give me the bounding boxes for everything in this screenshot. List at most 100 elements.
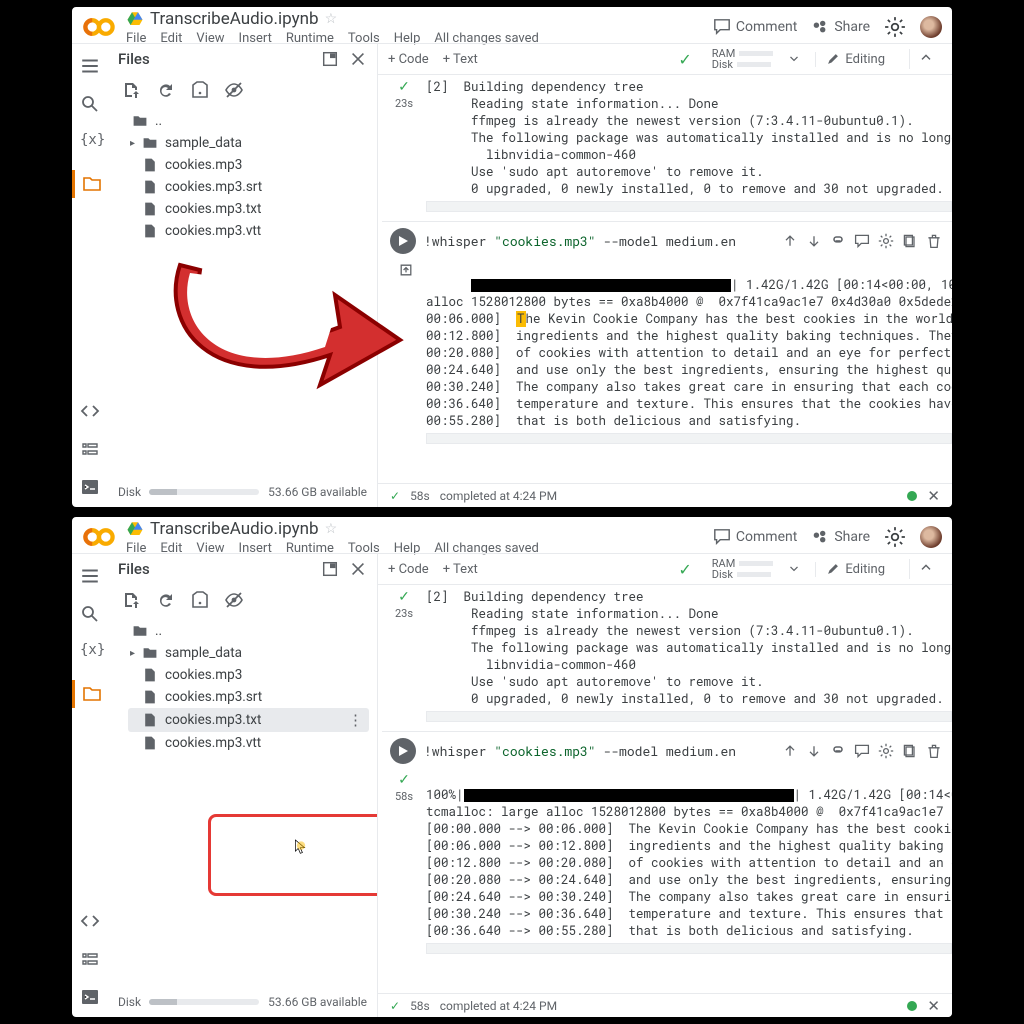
file-tree-item[interactable]: ▸ sample_data xyxy=(128,642,369,664)
find-icon[interactable] xyxy=(80,94,100,114)
refresh-files-icon[interactable] xyxy=(156,80,176,100)
run-cell-button[interactable] xyxy=(390,738,416,764)
file-tree-item[interactable]: cookies.mp3 xyxy=(128,154,369,176)
close-status-icon[interactable]: ✕ xyxy=(927,997,940,1015)
popout-icon[interactable] xyxy=(321,560,339,578)
add-code-cell-button[interactable]: + Code xyxy=(388,562,429,577)
star-icon[interactable]: ☆ xyxy=(325,11,338,27)
files-tab-icon[interactable] xyxy=(72,680,108,708)
add-text-cell-button[interactable]: + Text xyxy=(443,562,478,577)
toc-bottom-icon[interactable] xyxy=(80,439,100,459)
cell-comment-icon[interactable] xyxy=(854,743,870,759)
cell-code-input[interactable]: !whisper "cookies.mp3" --model medium.en xyxy=(424,232,736,250)
file-name: cookies.mp3.srt xyxy=(165,179,262,195)
file-tree-item[interactable]: cookies.mp3 xyxy=(128,664,369,686)
comment-button[interactable]: Comment xyxy=(713,18,797,36)
mount-drive-icon[interactable] xyxy=(190,80,210,100)
toc-icon[interactable] xyxy=(80,56,100,76)
mode-editing[interactable]: Editing xyxy=(815,562,895,577)
clear-output-icon[interactable] xyxy=(398,262,414,278)
files-tab-icon[interactable] xyxy=(72,170,108,198)
add-code-cell-button[interactable]: + Code xyxy=(388,52,429,67)
file-name: cookies.mp3 xyxy=(165,157,242,173)
file-tree-item[interactable]: .. xyxy=(128,620,369,642)
move-down-icon[interactable] xyxy=(806,233,822,249)
file-name: cookies.mp3 xyxy=(165,667,242,683)
run-cell-button[interactable] xyxy=(390,228,416,254)
status-time: 58s xyxy=(410,489,430,503)
collapse-toolbar-icon[interactable] xyxy=(909,49,942,69)
share-button[interactable]: Share xyxy=(811,18,870,36)
cell-settings-icon[interactable] xyxy=(878,233,894,249)
file-icon xyxy=(142,201,158,217)
kernel-status-icon xyxy=(907,1001,917,1011)
output-scrollbar[interactable] xyxy=(426,943,952,954)
comment-button[interactable]: Comment xyxy=(713,528,797,546)
add-text-cell-button[interactable]: + Text xyxy=(443,52,478,67)
mode-editing[interactable]: Editing xyxy=(815,52,895,67)
file-tree-item[interactable]: cookies.mp3.vtt xyxy=(128,732,369,754)
doc-title[interactable]: TranscribeAudio.ipynb xyxy=(150,519,319,539)
move-up-icon[interactable] xyxy=(782,233,798,249)
code-snippets-icon[interactable] xyxy=(80,911,100,931)
status-text: completed at 4:24 PM xyxy=(440,489,557,503)
cell-mirror-icon[interactable] xyxy=(902,743,918,759)
file-tree-item[interactable]: .. xyxy=(128,110,369,132)
cell-settings-icon[interactable] xyxy=(878,743,894,759)
file-tree-item[interactable]: cookies.mp3.srt xyxy=(128,686,369,708)
cell-comment-icon[interactable] xyxy=(854,233,870,249)
resource-indicator[interactable]: RAM Disk xyxy=(712,558,774,580)
app-header: TranscribeAudio.ipynb ☆ File Edit View I… xyxy=(72,517,952,553)
delete-cell-icon[interactable] xyxy=(926,233,942,249)
code-snippets-icon[interactable] xyxy=(80,401,100,421)
toggle-hidden-icon[interactable] xyxy=(224,80,244,100)
toggle-hidden-icon[interactable] xyxy=(224,590,244,610)
terminal-icon[interactable] xyxy=(80,477,100,497)
output-scrollbar[interactable] xyxy=(426,711,952,722)
file-tree-item[interactable]: cookies.mp3.txt xyxy=(128,198,369,220)
collapse-toolbar-icon[interactable] xyxy=(909,559,942,579)
resource-indicator[interactable]: RAM Disk xyxy=(712,48,774,70)
close-panel-icon[interactable] xyxy=(349,50,367,68)
cell-link-icon[interactable] xyxy=(830,743,846,759)
resource-dropdown-icon[interactable] xyxy=(787,562,801,576)
settings-gear-icon[interactable] xyxy=(884,526,906,548)
colab-logo-icon xyxy=(82,10,116,44)
output-scrollbar[interactable] xyxy=(426,201,952,212)
user-avatar[interactable] xyxy=(920,16,942,38)
file-tree-item[interactable]: cookies.mp3.vtt xyxy=(128,220,369,242)
resource-dropdown-icon[interactable] xyxy=(787,52,801,66)
file-more-icon[interactable]: ⋮ xyxy=(348,711,365,729)
cell-code-input[interactable]: !whisper "cookies.mp3" --model medium.en xyxy=(424,742,736,760)
move-up-icon[interactable] xyxy=(782,743,798,759)
file-tree-item[interactable]: ▸ sample_data xyxy=(128,132,369,154)
refresh-files-icon[interactable] xyxy=(156,590,176,610)
toc-bottom-icon[interactable] xyxy=(80,949,100,969)
cell-mirror-icon[interactable] xyxy=(902,233,918,249)
star-icon[interactable]: ☆ xyxy=(325,521,338,537)
doc-title[interactable]: TranscribeAudio.ipynb xyxy=(150,9,319,29)
close-panel-icon[interactable] xyxy=(349,560,367,578)
share-button[interactable]: Share xyxy=(811,528,870,546)
upload-file-icon[interactable] xyxy=(122,80,142,100)
find-icon[interactable] xyxy=(80,604,100,624)
terminal-icon[interactable] xyxy=(80,987,100,1007)
cell-output: [2] Building dependency tree Reading sta… xyxy=(426,589,952,708)
file-tree-item[interactable]: cookies.mp3.txt⋮ xyxy=(128,708,369,732)
popout-icon[interactable] xyxy=(321,50,339,68)
upload-file-icon[interactable] xyxy=(122,590,142,610)
cell-duration: 23s xyxy=(395,607,413,620)
settings-gear-icon[interactable] xyxy=(884,16,906,38)
toc-icon[interactable] xyxy=(80,566,100,586)
close-status-icon[interactable]: ✕ xyxy=(927,487,940,505)
cell-link-icon[interactable] xyxy=(830,233,846,249)
move-down-icon[interactable] xyxy=(806,743,822,759)
variables-icon[interactable]: {x} xyxy=(80,132,100,152)
variables-icon[interactable]: {x} xyxy=(80,642,100,662)
user-avatar[interactable] xyxy=(920,526,942,548)
cell-output: [2] Building dependency tree Reading sta… xyxy=(426,79,952,198)
mount-drive-icon[interactable] xyxy=(190,590,210,610)
file-tree-item[interactable]: cookies.mp3.srt xyxy=(128,176,369,198)
delete-cell-icon[interactable] xyxy=(926,743,942,759)
output-scrollbar[interactable] xyxy=(426,433,952,444)
